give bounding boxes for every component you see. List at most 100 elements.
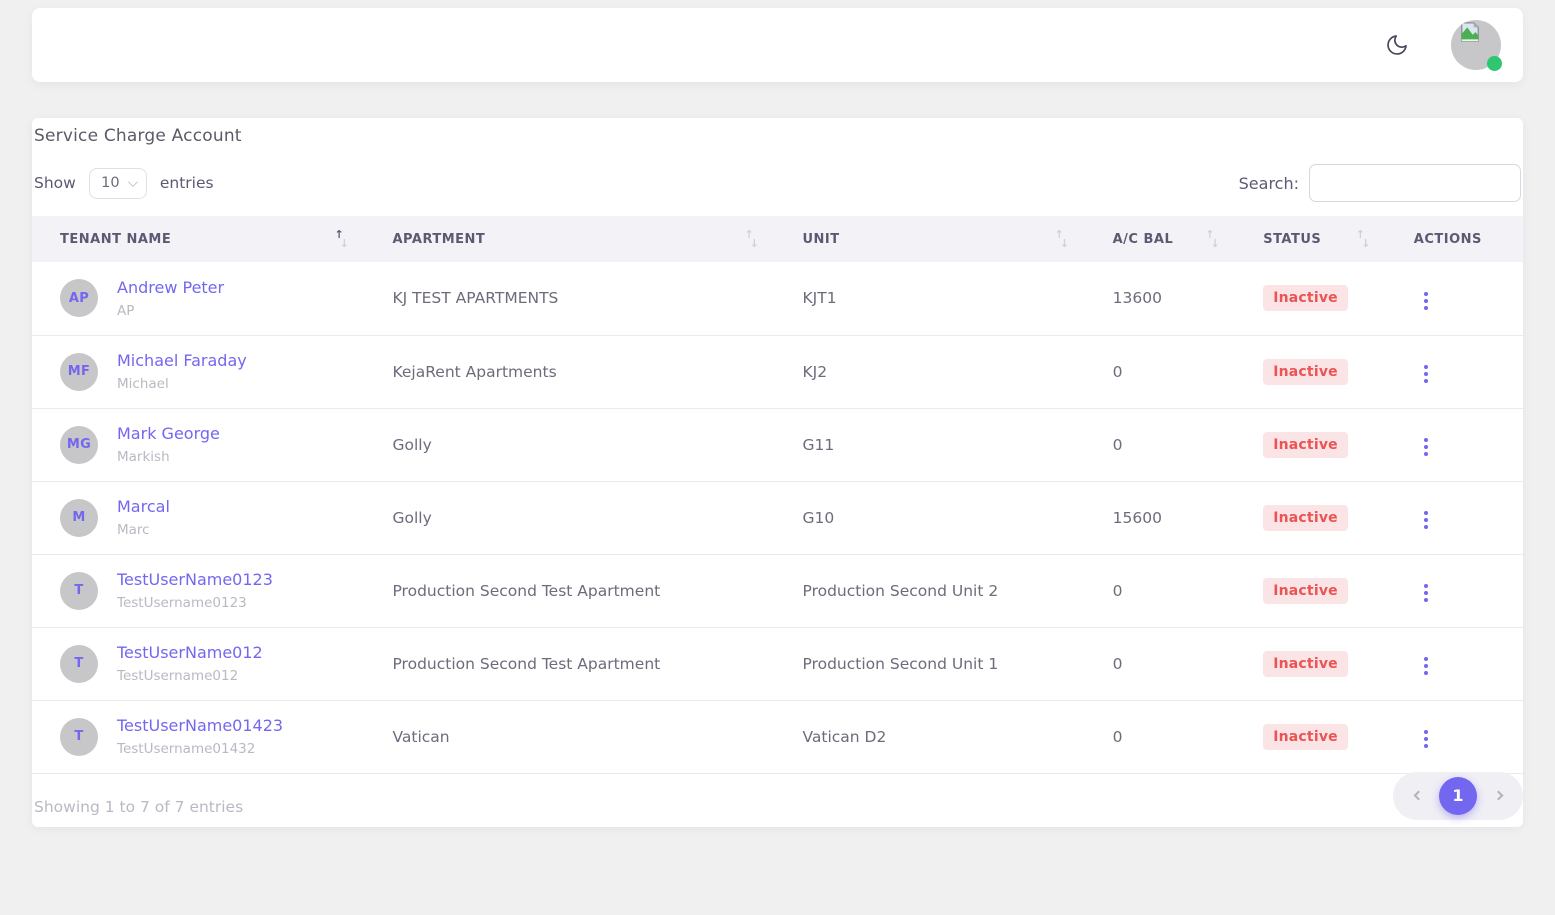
dot-icon: [1424, 664, 1428, 668]
column-header-status[interactable]: STATUS ↑ ↓: [1235, 216, 1386, 262]
dot-icon: [1424, 591, 1428, 595]
dot-icon: [1424, 525, 1428, 529]
online-status-dot: [1487, 56, 1502, 71]
sort-desc-icon: ↓: [1060, 238, 1070, 249]
table-row: T TestUserName012 TestUsername012 Produc…: [32, 627, 1523, 700]
column-label: ACTIONS: [1414, 232, 1482, 247]
apartment-cell: KejaRent Apartments: [364, 335, 774, 408]
search-control: Search:: [1239, 164, 1521, 202]
row-actions-menu-button[interactable]: [1418, 506, 1434, 534]
service-charge-card: Service Charge Account Show 10 entries S…: [32, 118, 1523, 827]
column-header-unit[interactable]: UNIT ↑ ↓: [775, 216, 1085, 262]
next-page-button[interactable]: [1482, 777, 1514, 815]
status-badge: Inactive: [1263, 359, 1348, 385]
search-input[interactable]: [1309, 164, 1521, 202]
apartment-cell: Vatican: [364, 700, 774, 773]
dot-icon: [1424, 445, 1428, 449]
table-row: T TestUserName01423 TestUsername01432 Va…: [32, 700, 1523, 773]
table-row: MG Mark George Markish Golly G11 0 Inact…: [32, 408, 1523, 481]
chevron-down-icon: [128, 177, 138, 187]
dot-icon: [1424, 372, 1428, 376]
row-actions-menu-button[interactable]: [1418, 652, 1434, 680]
tenant-name-link[interactable]: TestUserName0123: [117, 570, 273, 590]
user-avatar[interactable]: [1451, 20, 1501, 70]
tenant-avatar: T: [60, 645, 98, 683]
dot-icon: [1424, 744, 1428, 748]
dot-icon: [1424, 737, 1428, 741]
dot-icon: [1424, 379, 1428, 383]
column-label: STATUS: [1263, 232, 1321, 247]
balance-cell: 0: [1085, 554, 1236, 627]
page-size-value: 10: [101, 175, 119, 191]
column-header-ac-bal[interactable]: A/C BAL ↑ ↓: [1085, 216, 1236, 262]
apartment-cell: Golly: [364, 408, 774, 481]
tenant-name-link[interactable]: TestUserName01423: [117, 716, 283, 736]
page-title: Service Charge Account: [34, 124, 1521, 148]
dot-icon: [1424, 518, 1428, 522]
dot-icon: [1424, 584, 1428, 588]
tenant-username: TestUsername0123: [117, 595, 247, 611]
tenants-table: TENANT NAME ↑ ↓ APARTMENT ↑ ↓: [32, 216, 1523, 774]
unit-cell: Production Second Unit 2: [775, 554, 1085, 627]
balance-cell: 0: [1085, 335, 1236, 408]
table-footer: Showing 1 to 7 of 7 entries 1: [34, 774, 1521, 824]
dot-icon: [1424, 292, 1428, 296]
sort-desc-icon: ↓: [1361, 238, 1371, 249]
column-header-apartment[interactable]: APARTMENT ↑ ↓: [364, 216, 774, 262]
broken-image-icon: [1459, 21, 1481, 47]
row-actions-menu-button[interactable]: [1418, 433, 1434, 461]
chevron-right-icon: [1493, 791, 1503, 801]
entries-summary: Showing 1 to 7 of 7 entries: [34, 798, 243, 816]
row-actions-menu-button[interactable]: [1418, 725, 1434, 753]
balance-cell: 0: [1085, 700, 1236, 773]
chevron-left-icon: [1413, 791, 1423, 801]
dot-icon: [1424, 306, 1428, 310]
row-actions-menu-button[interactable]: [1418, 579, 1434, 607]
unit-cell: G10: [775, 481, 1085, 554]
moon-icon: [1385, 33, 1409, 57]
row-actions-menu-button[interactable]: [1418, 360, 1434, 388]
sort-icons: ↑ ↓: [1356, 227, 1372, 251]
show-label: Show: [34, 174, 76, 192]
tenant-username: Markish: [117, 449, 170, 465]
sort-icons: ↑ ↓: [745, 227, 761, 251]
column-label: A/C BAL: [1113, 232, 1174, 247]
page-length-control: Show 10 entries: [34, 168, 214, 199]
tenant-avatar: MG: [60, 426, 98, 464]
previous-page-button[interactable]: [1402, 777, 1434, 815]
column-label: UNIT: [803, 232, 840, 247]
status-badge: Inactive: [1263, 578, 1348, 604]
tenant-name-link[interactable]: Marcal: [117, 497, 170, 517]
sort-icons: ↑ ↓: [1055, 227, 1071, 251]
balance-cell: 0: [1085, 627, 1236, 700]
column-label: APARTMENT: [392, 232, 485, 247]
column-header-tenant-name[interactable]: TENANT NAME ↑ ↓: [32, 216, 364, 262]
balance-cell: 15600: [1085, 481, 1236, 554]
dot-icon: [1424, 299, 1428, 303]
status-badge: Inactive: [1263, 285, 1348, 311]
row-actions-menu-button[interactable]: [1418, 287, 1434, 315]
status-badge: Inactive: [1263, 724, 1348, 750]
tenant-name-link[interactable]: Michael Faraday: [117, 351, 247, 371]
pagination: 1: [1393, 772, 1523, 820]
table-controls: Show 10 entries Search:: [34, 164, 1521, 202]
sort-desc-icon: ↓: [750, 238, 760, 249]
tenant-avatar: T: [60, 572, 98, 610]
tenant-name-link[interactable]: TestUserName012: [117, 643, 263, 663]
dark-mode-toggle-button[interactable]: [1385, 33, 1409, 57]
balance-cell: 0: [1085, 408, 1236, 481]
unit-cell: Production Second Unit 1: [775, 627, 1085, 700]
status-badge: Inactive: [1263, 505, 1348, 531]
top-navbar: [32, 8, 1523, 82]
page-1-button[interactable]: 1: [1439, 777, 1477, 815]
tenant-avatar: MF: [60, 353, 98, 391]
unit-cell: Vatican D2: [775, 700, 1085, 773]
tenant-name-link[interactable]: Andrew Peter: [117, 278, 224, 298]
tenant-name-link[interactable]: Mark George: [117, 424, 220, 444]
search-label: Search:: [1239, 174, 1299, 193]
page-size-select[interactable]: 10: [89, 168, 147, 199]
tenant-username: AP: [117, 303, 134, 319]
dot-icon: [1424, 365, 1428, 369]
apartment-cell: KJ TEST APARTMENTS: [364, 262, 774, 335]
table-row: MF Michael Faraday Michael KejaRent Apar…: [32, 335, 1523, 408]
